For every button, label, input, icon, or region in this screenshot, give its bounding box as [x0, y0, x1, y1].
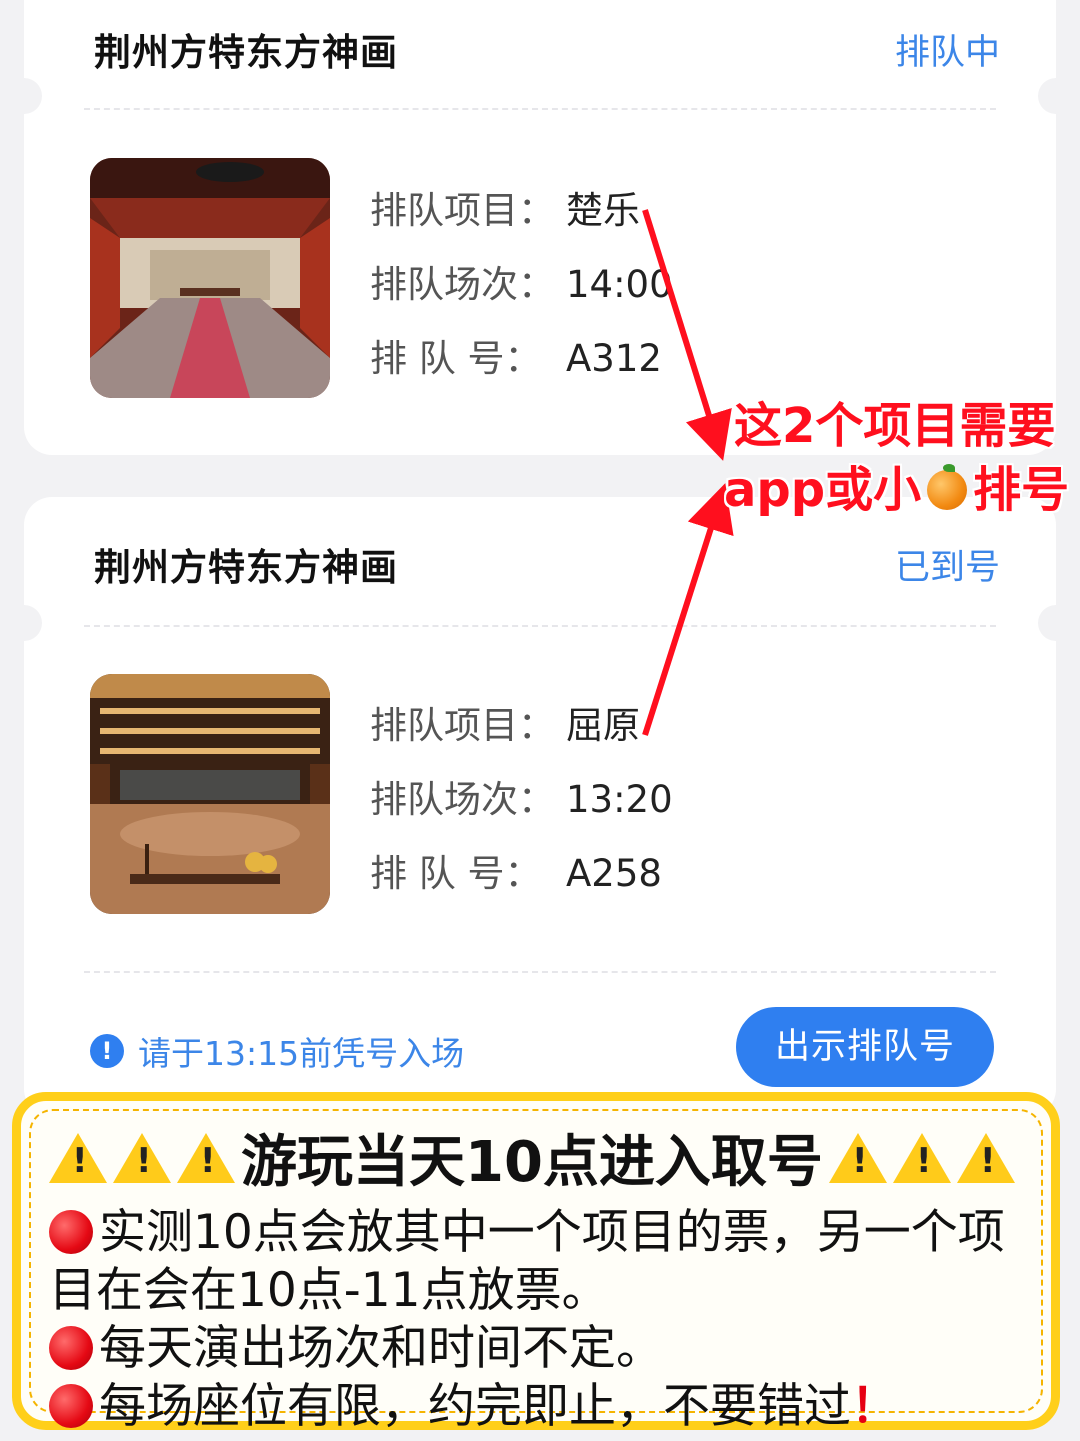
warning-icon	[956, 1132, 1015, 1183]
red-dot-icon	[49, 1210, 93, 1254]
notice-text: 每场座位有限，约完即止，不要错过	[99, 1379, 851, 1434]
annotation-text-a: app或小	[724, 462, 922, 518]
red-dot-icon	[49, 1326, 93, 1370]
warning-icon	[49, 1132, 107, 1183]
warning-icon	[113, 1132, 171, 1183]
arrow-up	[642, 483, 734, 736]
annotation-line-2: app或小 排号	[724, 450, 1069, 520]
orange-icon	[927, 464, 968, 510]
warning-icon	[828, 1132, 887, 1183]
warning-icon	[892, 1132, 951, 1183]
exclamation-icon: ！	[851, 1379, 898, 1434]
notice-title: 游玩当天10点进入取号	[241, 1130, 823, 1195]
annotation-line-1: 这2个项目需要	[734, 398, 1056, 454]
annotation-text-b: 排号	[973, 462, 1070, 518]
arrow-down	[642, 209, 732, 461]
notice-title-row: 游玩当天10点进入取号	[49, 1117, 1021, 1198]
notice-box: 游玩当天10点进入取号 实测10点会放其中一个项目的票，另一个项 目在会在10点…	[12, 1092, 1060, 1434]
notice-line-4: 每场座位有限，约完即止，不要错过！	[49, 1367, 898, 1436]
red-dot-icon	[49, 1384, 93, 1428]
warning-icon	[177, 1132, 235, 1183]
